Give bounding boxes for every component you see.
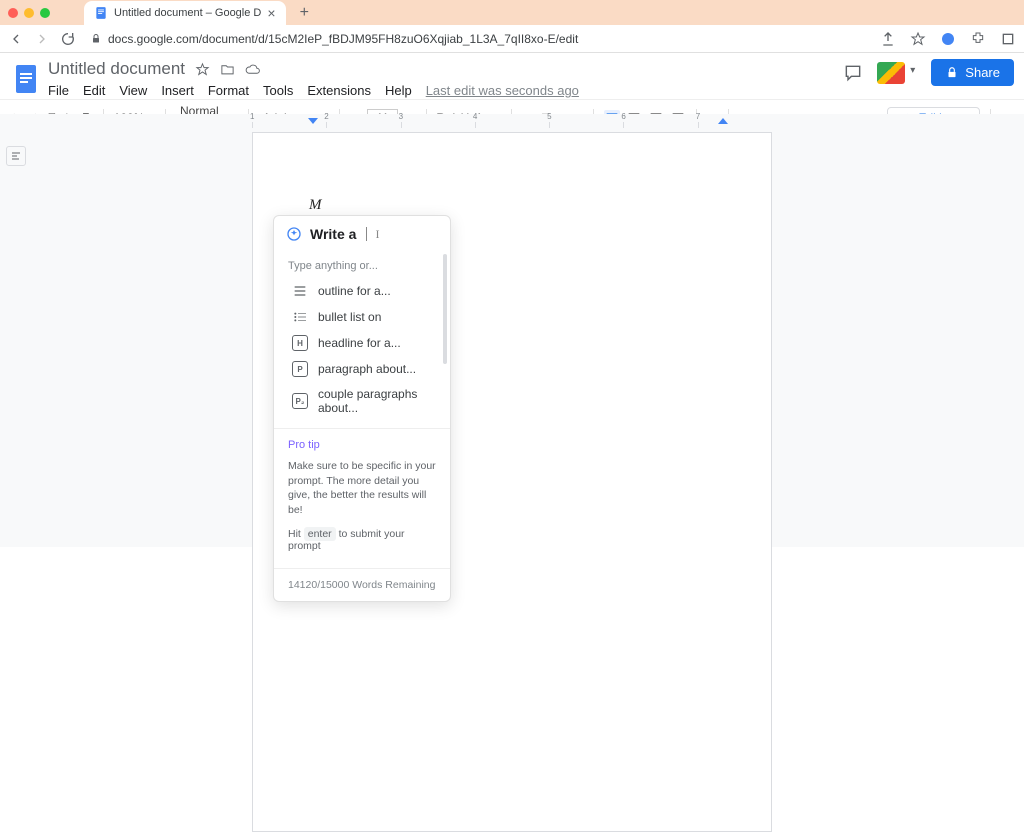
docs-logo-icon[interactable]: [10, 59, 42, 99]
ai-hint-text: Type anything or...: [274, 256, 450, 278]
document-title[interactable]: Untitled document: [48, 59, 185, 79]
docs-header: Untitled document File Edit View Insert …: [0, 53, 1024, 99]
close-window[interactable]: [8, 8, 18, 18]
ai-prompt-prefix: Write a: [310, 226, 356, 242]
bullet-icon: [292, 309, 308, 325]
menu-edit[interactable]: Edit: [83, 83, 105, 98]
address-bar[interactable]: docs.google.com/document/d/15cM2IeP_fBDJ…: [90, 32, 578, 46]
menu-view[interactable]: View: [119, 83, 147, 98]
tab-title: Untitled document – Google D: [114, 7, 261, 19]
docs-favicon-icon: [94, 6, 108, 20]
typed-text: M: [309, 197, 322, 213]
headline-icon: H: [292, 335, 308, 351]
share-label: Share: [965, 65, 1000, 80]
minimize-window[interactable]: [24, 8, 34, 18]
maximize-window[interactable]: [40, 8, 50, 18]
ai-sparkle-icon: [286, 226, 302, 242]
lock-icon: [90, 33, 102, 45]
menu-format[interactable]: Format: [208, 83, 249, 98]
browser-chrome: Untitled document – Google D × + docs.go…: [0, 0, 1024, 53]
share-page-icon[interactable]: [880, 31, 896, 47]
ai-suggestion-paragraphs[interactable]: P₂ couple paragraphs about...: [278, 382, 446, 420]
document-page[interactable]: M Write a I Type anything or... outline …: [252, 132, 772, 832]
browser-tab[interactable]: Untitled document – Google D ×: [84, 1, 286, 25]
ai-suggestion-paragraph[interactable]: P paragraph about...: [278, 356, 446, 382]
popup-scrollbar[interactable]: [443, 254, 447, 364]
pro-tip-hint: Hit enter to submit your prompt: [288, 528, 436, 552]
ai-words-remaining: 14120/15000 Words Remaining: [274, 568, 450, 601]
right-indent-icon[interactable]: [718, 118, 728, 124]
ai-suggestion-outline[interactable]: outline for a...: [278, 278, 446, 304]
url-text: docs.google.com/document/d/15cM2IeP_fBDJ…: [108, 32, 578, 46]
reload-icon[interactable]: [60, 31, 76, 47]
square-icon[interactable]: [1000, 31, 1016, 47]
pro-tip-body: Make sure to be specific in your prompt.…: [288, 459, 436, 518]
profile-icon[interactable]: [940, 31, 956, 47]
forward-icon[interactable]: [34, 31, 50, 47]
outline-toggle[interactable]: [6, 146, 26, 166]
comment-history-icon[interactable]: [843, 63, 863, 83]
extensions-icon[interactable]: [970, 31, 986, 47]
bookmark-star-icon[interactable]: [910, 31, 926, 47]
paragraph-icon: P: [292, 361, 308, 377]
outline-icon: [292, 283, 308, 299]
star-icon[interactable]: [195, 62, 210, 77]
ai-write-popup: Write a I Type anything or... outline fo…: [273, 215, 451, 602]
text-caret: [366, 227, 367, 241]
menu-help[interactable]: Help: [385, 83, 412, 98]
menu-tools[interactable]: Tools: [263, 83, 293, 98]
menubar: File Edit View Insert Format Tools Exten…: [48, 83, 579, 98]
menu-extensions[interactable]: Extensions: [307, 83, 371, 98]
back-icon[interactable]: [8, 31, 24, 47]
paragraphs-icon: P₂: [292, 393, 308, 409]
lock-icon: [945, 66, 959, 80]
share-button[interactable]: Share: [931, 59, 1014, 86]
menu-insert[interactable]: Insert: [161, 83, 194, 98]
window-traffic-lights: [8, 8, 50, 18]
meet-icon[interactable]: [877, 62, 905, 84]
menu-file[interactable]: File: [48, 83, 69, 98]
pro-tip-label: Pro tip: [288, 439, 436, 451]
last-edit-link[interactable]: Last edit was seconds ago: [426, 83, 579, 98]
text-cursor-icon: I: [375, 227, 379, 242]
new-tab-button[interactable]: +: [294, 4, 315, 22]
editor-canvas: 1 2 3 4 5 6 7 M Write a I Type anything …: [0, 114, 1024, 547]
ai-suggestion-headline[interactable]: H headline for a...: [278, 330, 446, 356]
cloud-status-icon[interactable]: [245, 62, 260, 77]
close-tab-icon[interactable]: ×: [267, 5, 275, 21]
move-icon[interactable]: [220, 62, 235, 77]
ai-suggestion-bullet[interactable]: bullet list on: [278, 304, 446, 330]
horizontal-ruler[interactable]: 1 2 3 4 5 6 7: [252, 114, 772, 128]
